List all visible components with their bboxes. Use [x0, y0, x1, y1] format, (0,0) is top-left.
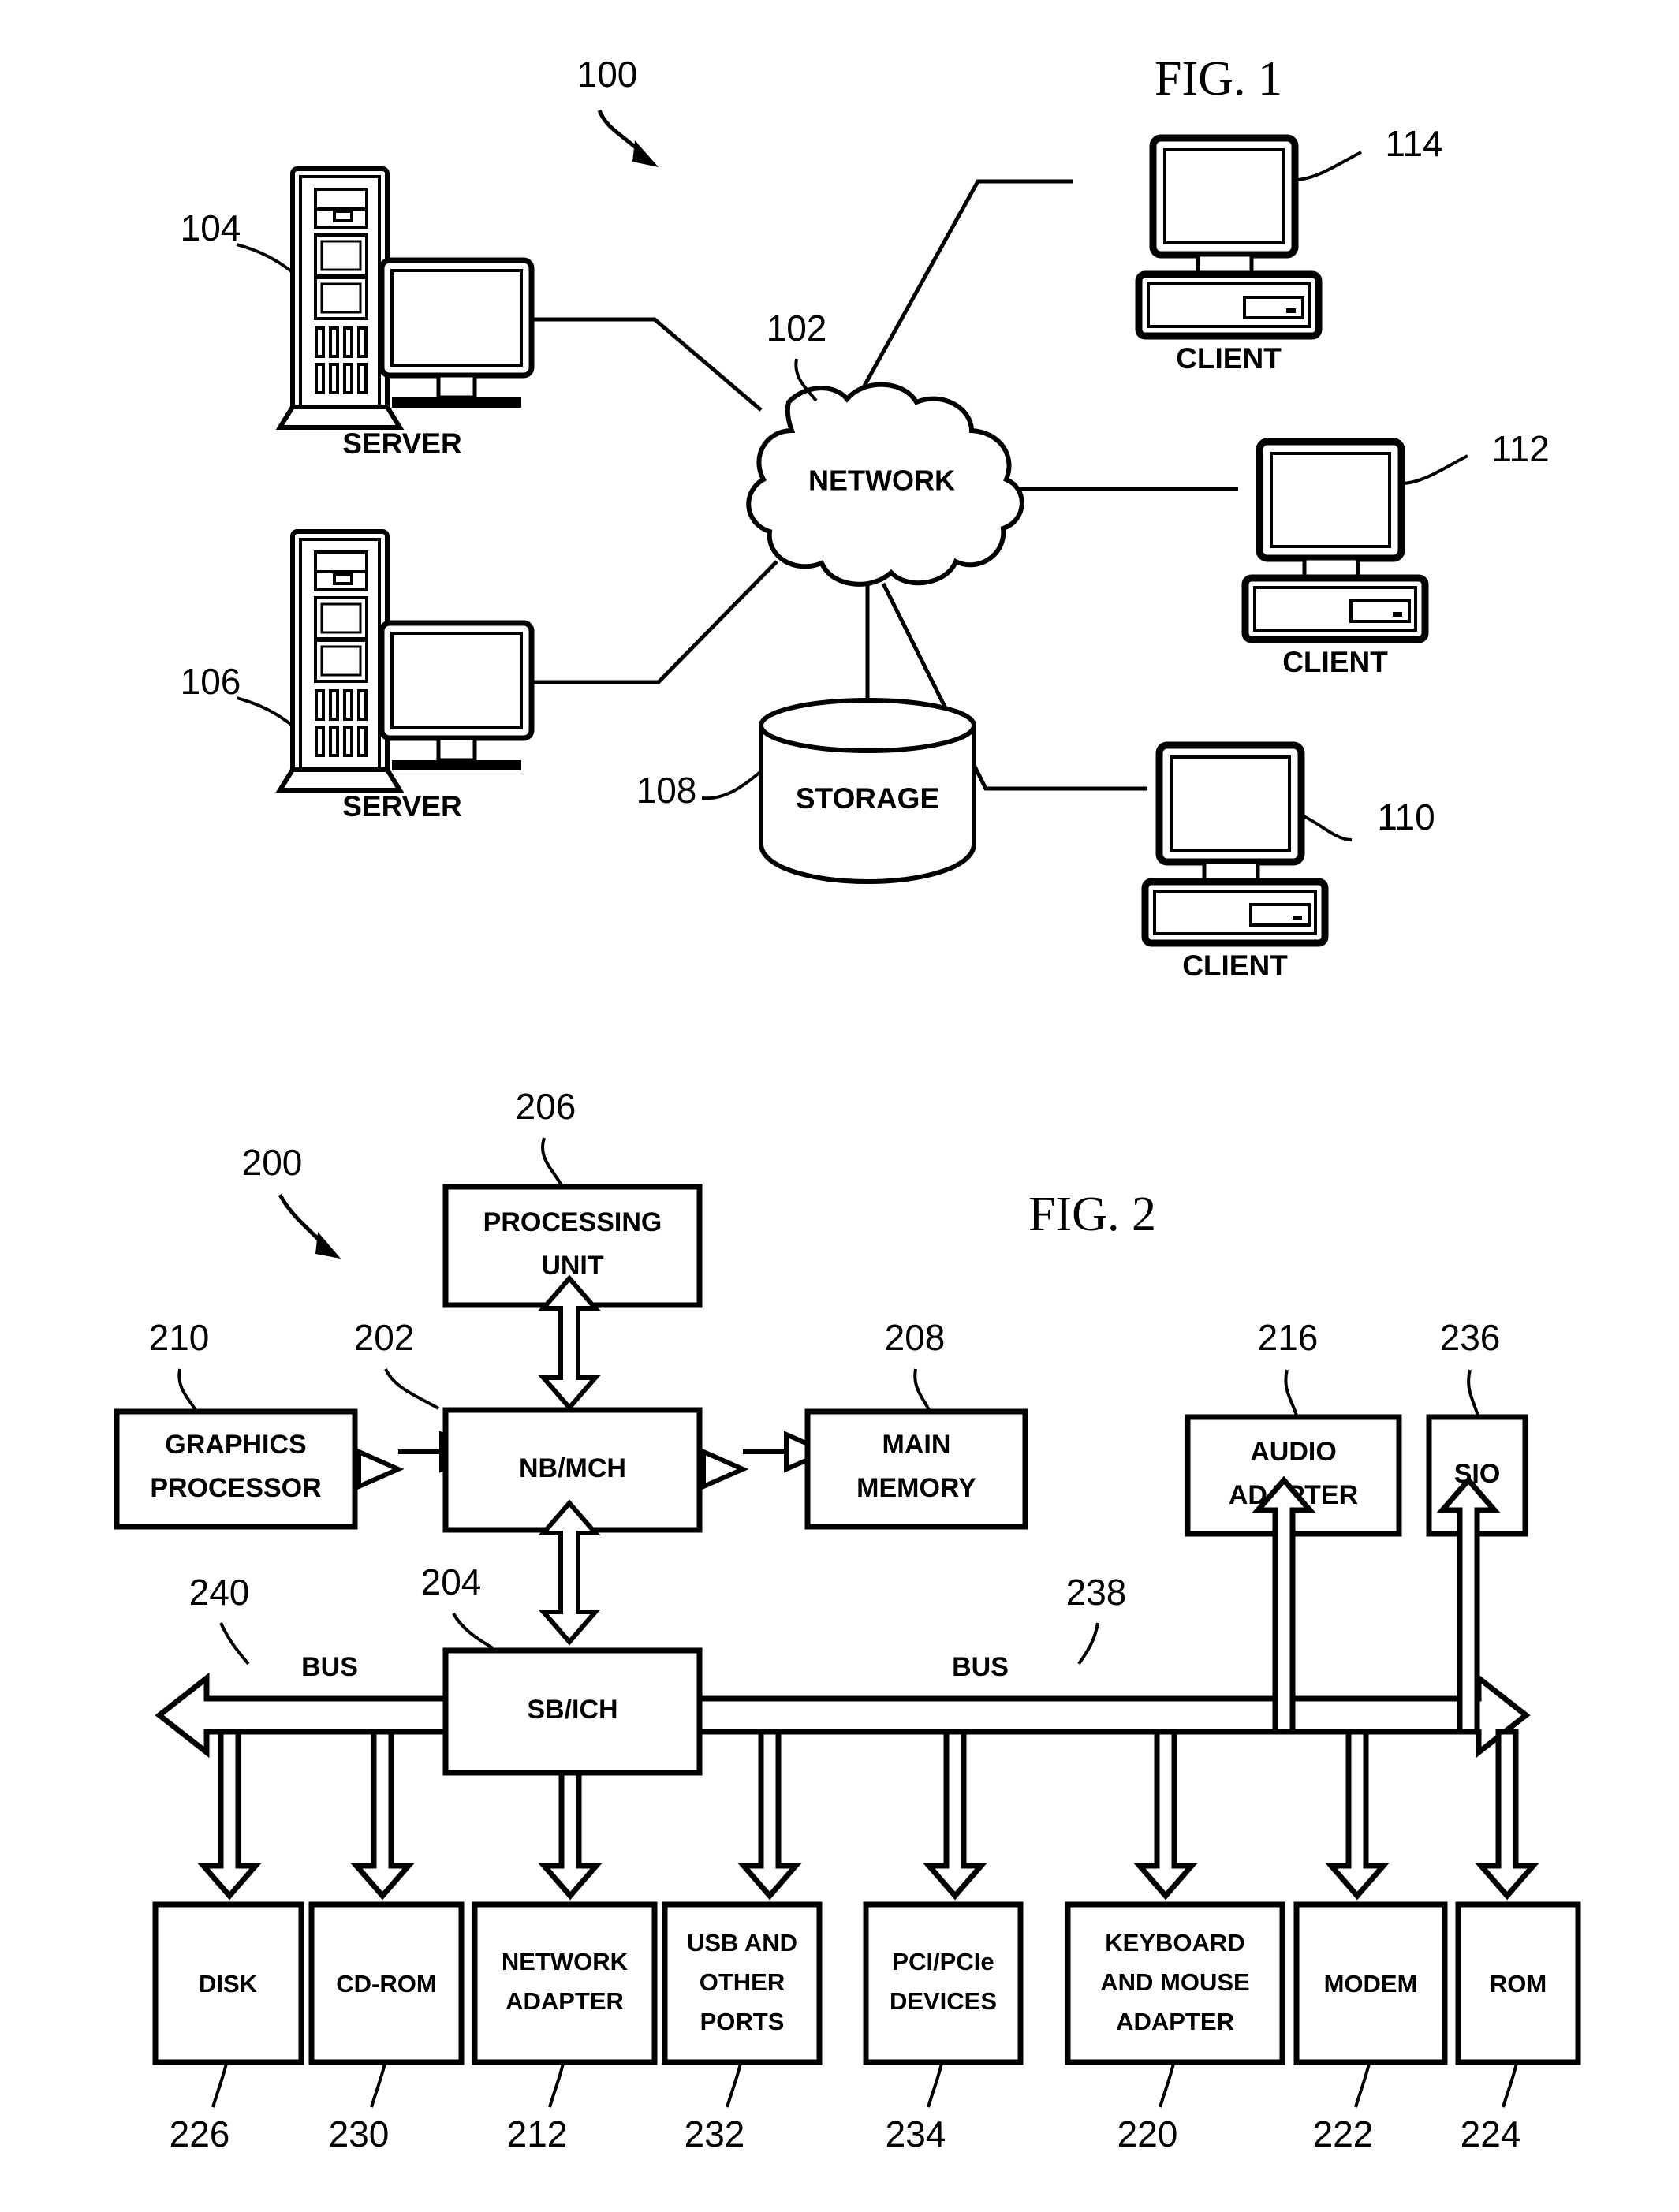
sio-label: SIO [1454, 1459, 1501, 1489]
device-keyboard-mouse-label-0: KEYBOARD [1105, 1929, 1244, 1956]
ref-212: 212 [507, 2113, 568, 2154]
page-background [0, 0, 1679, 2212]
sb-ich-label: SB/ICH [527, 1695, 617, 1725]
ref-106: 106 [181, 661, 241, 702]
figure-2-title: FIG. 2 [1028, 1188, 1156, 1241]
device-rom-label-0: ROM [1490, 1970, 1547, 1998]
device-modem-label-0: MODEM [1324, 1970, 1418, 1998]
bus-left-label: BUS [301, 1652, 358, 1682]
ref-108: 108 [636, 770, 697, 811]
device-keyboard-mouse-label-1: AND MOUSE [1100, 1968, 1249, 1996]
ref-210: 210 [149, 1317, 210, 1358]
ref-226: 226 [170, 2113, 230, 2154]
ref-202: 202 [354, 1317, 415, 1358]
storage-label: STORAGE [796, 782, 939, 815]
client-114-caption: CLIENT [1176, 342, 1282, 375]
device-usb-ports-label-2: PORTS [700, 2008, 785, 2035]
ref-220: 220 [1117, 2113, 1178, 2154]
device-disk-label-0: DISK [199, 1970, 258, 1998]
ref-224: 224 [1461, 2113, 1521, 2154]
device-usb-ports-label-1: OTHER [700, 1968, 785, 1996]
ref-208: 208 [885, 1317, 946, 1358]
processing-unit-label-line2: UNIT [541, 1251, 604, 1281]
ref-222: 222 [1313, 2113, 1374, 2154]
ref-104: 104 [181, 207, 241, 248]
device-pci-devices-label-1: DEVICES [890, 1987, 997, 2015]
device-usb-ports-label-0: USB AND [687, 1929, 797, 1956]
device-cdrom-label-0: CD-ROM [336, 1970, 436, 1998]
ref-100: 100 [577, 54, 638, 95]
ref-102: 102 [767, 308, 827, 349]
ref-216: 216 [1258, 1317, 1319, 1358]
ref-206: 206 [516, 1086, 576, 1127]
nb-mch-label: NB/MCH [519, 1453, 626, 1483]
network-label: NETWORK [808, 464, 955, 497]
main-memory-label-line2: MEMORY [856, 1473, 976, 1503]
audio-adapter-label-line1: AUDIO [1250, 1437, 1337, 1467]
device-network-adapter-label-0: NETWORK [502, 1948, 629, 1975]
server-106-caption: SERVER [342, 790, 462, 823]
graphics-processor-label-line2: PROCESSOR [150, 1473, 321, 1503]
processing-unit-label-line1: PROCESSING [483, 1207, 662, 1237]
ref-204: 204 [421, 1561, 482, 1602]
device-network-adapter-label-1: ADAPTER [506, 1987, 624, 2015]
ref-238: 238 [1066, 1572, 1127, 1613]
client-112-caption: CLIENT [1282, 646, 1388, 678]
ref-114: 114 [1385, 123, 1442, 164]
device-keyboard-mouse-label-2: ADAPTER [1116, 2008, 1234, 2035]
device-pci-devices-label-0: PCI/PCIe [892, 1948, 994, 1975]
ref-230: 230 [329, 2113, 390, 2154]
ref-110: 110 [1377, 796, 1435, 837]
drawing-canvas: FIG. 1 100 SERVER 104 SERVER 106 NETWORK… [0, 0, 1679, 2212]
ref-200: 200 [242, 1142, 303, 1183]
ref-236: 236 [1440, 1317, 1501, 1358]
graphics-processor-label-line1: GRAPHICS [165, 1430, 306, 1460]
ref-234: 234 [886, 2113, 946, 2154]
ref-240: 240 [189, 1572, 250, 1613]
patent-drawing-sheet: FIG. 1 100 SERVER 104 SERVER 106 NETWORK… [0, 0, 1679, 2212]
client-110-caption: CLIENT [1182, 949, 1288, 982]
server-104-caption: SERVER [342, 427, 462, 460]
ref-112: 112 [1491, 428, 1549, 469]
bus-right-label: BUS [952, 1652, 1009, 1682]
main-memory-label-line1: MAIN [882, 1430, 951, 1460]
ref-232: 232 [685, 2113, 745, 2154]
figure-1-title: FIG. 1 [1155, 52, 1282, 106]
